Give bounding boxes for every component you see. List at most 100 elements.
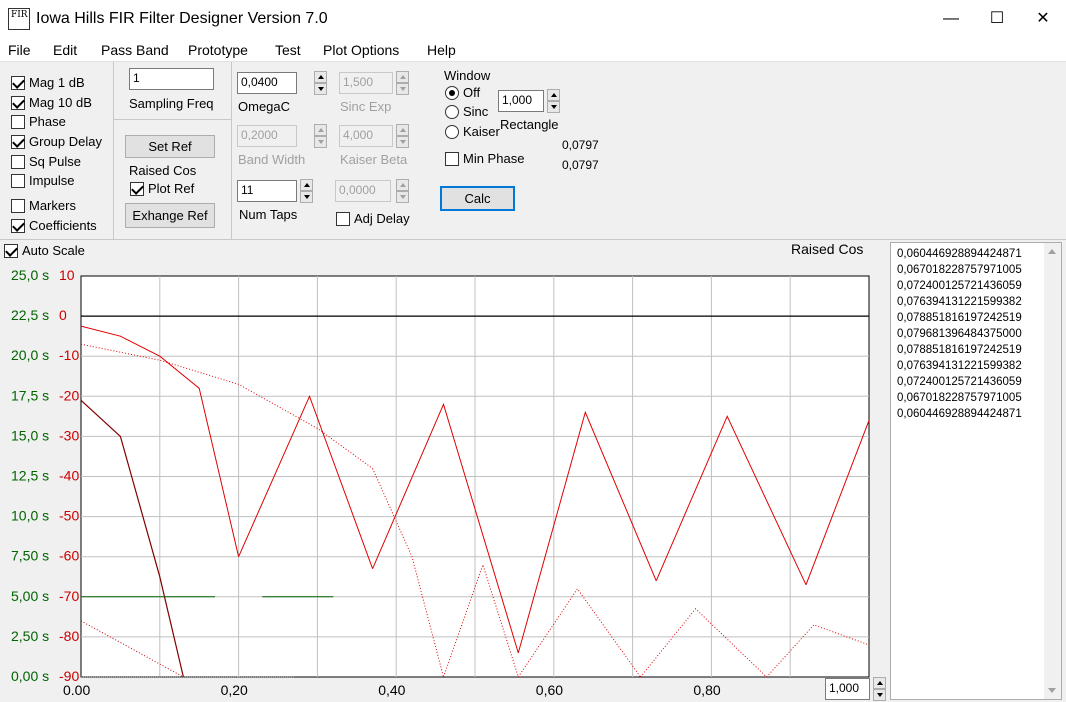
menu-help[interactable]: Help <box>427 42 456 58</box>
band-width-input[interactable]: 0,2000 <box>237 125 297 147</box>
window-off-label: Off <box>463 85 481 100</box>
scroll-down-icon <box>1048 688 1056 693</box>
y-tick-label-seconds: 15,0 s <box>11 427 49 443</box>
menu-pass-band[interactable]: Pass Band <box>101 42 169 58</box>
window-kaiser-radio[interactable] <box>445 125 459 139</box>
y-tick-label-db: -80 <box>59 628 79 644</box>
plot-area: Auto Scale Raised Cos 25,0 s 10 22,5 s 0 20,… <box>0 241 888 702</box>
plot-check-3-checkbox[interactable] <box>11 135 25 149</box>
omegac-input[interactable]: 0,0400 <box>237 72 297 94</box>
coefficient-row: 0,079681396484375000 <box>897 328 1022 340</box>
close-button[interactable]: ✕ <box>1020 0 1066 38</box>
coefficient-row: 0,072400125721436059 <box>897 376 1022 388</box>
plot-check-4-checkbox[interactable] <box>11 155 25 169</box>
plot-check-1-checkbox[interactable] <box>11 96 25 110</box>
menu-edit[interactable]: Edit <box>53 42 77 58</box>
plot-check-5-checkbox[interactable] <box>11 174 25 188</box>
y-tick-label-seconds: 0,00 s <box>11 668 49 684</box>
y-tick-label-seconds: 25,0 s <box>11 267 49 283</box>
maximize-button[interactable]: ☐ <box>974 0 1020 38</box>
y-tick-label-db: -40 <box>59 468 79 484</box>
adj-delay-label: Adj Delay <box>354 211 410 226</box>
x-tick-label: 0,60 <box>536 682 563 698</box>
coefficient-row: 0,078851816197242519 <box>897 344 1022 356</box>
window-kaiser-label: Kaiser <box>463 124 500 139</box>
readout-2: 0,0797 <box>562 158 599 172</box>
plot-ref-checkbox[interactable] <box>130 182 144 196</box>
window-value-spinner[interactable] <box>547 89 560 113</box>
num-taps-spinner[interactable] <box>300 179 313 203</box>
num-taps-label: Num Taps <box>239 207 298 222</box>
window-sinc-label: Sinc <box>463 104 489 119</box>
plot-check-6-label: Markers <box>29 198 76 213</box>
adj-delay-spinner[interactable] <box>396 179 409 203</box>
y-tick-label-seconds: 12,5 s <box>11 468 49 484</box>
app-icon: FIR <box>8 8 30 30</box>
menu-bar: File Edit Pass Band Prototype Test Plot … <box>0 38 1066 62</box>
coefficient-row: 0,060446928894424871 <box>897 248 1022 260</box>
window-group-title: Window <box>444 68 491 83</box>
separator <box>113 62 114 240</box>
x-tick-label: 0.00 <box>63 682 90 698</box>
readout-1: 0,0797 <box>562 138 599 152</box>
coefficient-row: 0,060446928894424871 <box>897 408 1022 420</box>
plot-check-1-label: Mag 10 dB <box>29 95 92 110</box>
y-tick-label-db: 10 <box>59 267 75 283</box>
zoom-spinner[interactable] <box>873 677 886 701</box>
kaiser-beta-label: Kaiser Beta <box>340 152 408 167</box>
band-width-spinner[interactable] <box>314 124 327 148</box>
y-tick-label-seconds: 22,5 s <box>11 307 49 323</box>
y-tick-label-db: -50 <box>59 508 79 524</box>
sampling-freq-input[interactable]: 1 <box>129 68 214 90</box>
plot-check-0-checkbox[interactable] <box>11 76 25 90</box>
plot-check-7-checkbox[interactable] <box>11 219 25 233</box>
plot-check-5-label: Impulse <box>29 173 75 188</box>
x-tick-label: 0,40 <box>378 682 405 698</box>
set-ref-button[interactable]: Set Ref <box>125 135 215 158</box>
plot-check-3-label: Group Delay <box>29 134 102 149</box>
coefficients-list[interactable]: 0,060446928894424871 0,067018228757971005… <box>890 242 1062 700</box>
omegac-spinner[interactable] <box>314 71 327 95</box>
window-off-radio[interactable] <box>445 86 459 100</box>
adj-delay-input[interactable]: 0,0000 <box>335 180 391 202</box>
sinc-exp-spinner[interactable] <box>396 71 409 95</box>
kaiser-beta-input[interactable]: 4,000 <box>339 125 393 147</box>
kaiser-beta-spinner[interactable] <box>396 124 409 148</box>
scroll-up-icon <box>1048 249 1056 254</box>
raised-cos-label: Raised Cos <box>129 163 197 178</box>
y-tick-label-db: -20 <box>59 387 79 403</box>
y-tick-label-db: -60 <box>59 548 79 564</box>
menu-plot-options[interactable]: Plot Options <box>323 42 399 58</box>
omegac-label: OmegaC <box>238 99 291 114</box>
minimize-button[interactable]: — <box>928 0 974 38</box>
num-taps-input[interactable]: 11 <box>237 180 297 202</box>
y-tick-label-seconds: 2,50 s <box>11 628 49 644</box>
y-tick-label-db: -70 <box>59 588 79 604</box>
menu-file[interactable]: File <box>8 42 31 58</box>
coefficient-row: 0,076394131221599382 <box>897 296 1022 308</box>
y-tick-label-seconds: 20,0 s <box>11 347 49 363</box>
coefficients-scrollbar[interactable] <box>1044 243 1061 699</box>
x-tick-label: 0,80 <box>693 682 720 698</box>
response-chart: 25,0 s 1022,5 s 020,0 s -1017,5 s -2015,0 s-… <box>11 267 870 698</box>
y-tick-label-db: 0 <box>59 307 67 323</box>
plot-check-2-label: Phase <box>29 114 66 129</box>
y-tick-label-db: -30 <box>59 427 79 443</box>
min-phase-checkbox[interactable] <box>445 152 459 166</box>
coefficient-row: 0,067018228757971005 <box>897 392 1022 404</box>
plot-check-0-label: Mag 1 dB <box>29 75 85 90</box>
menu-test[interactable]: Test <box>275 42 301 58</box>
plot-check-6-checkbox[interactable] <box>11 199 25 213</box>
adj-delay-checkbox[interactable] <box>336 212 350 226</box>
plot-check-4-label: Sq Pulse <box>29 154 82 169</box>
window-value-input[interactable]: 1,000 <box>498 90 544 112</box>
calc-button[interactable]: Calc <box>440 186 515 211</box>
sinc-exp-input[interactable]: 1,500 <box>339 72 393 94</box>
menu-prototype[interactable]: Prototype <box>188 42 248 58</box>
window-sinc-radio[interactable] <box>445 105 459 119</box>
zoom-input[interactable]: 1,000 <box>825 678 870 700</box>
y-tick-label-seconds: 7,50 s <box>11 548 49 564</box>
exchange-ref-button[interactable]: Exhange Ref <box>125 203 215 228</box>
plot-check-2-checkbox[interactable] <box>11 115 25 129</box>
band-width-label: Band Width <box>238 152 306 167</box>
